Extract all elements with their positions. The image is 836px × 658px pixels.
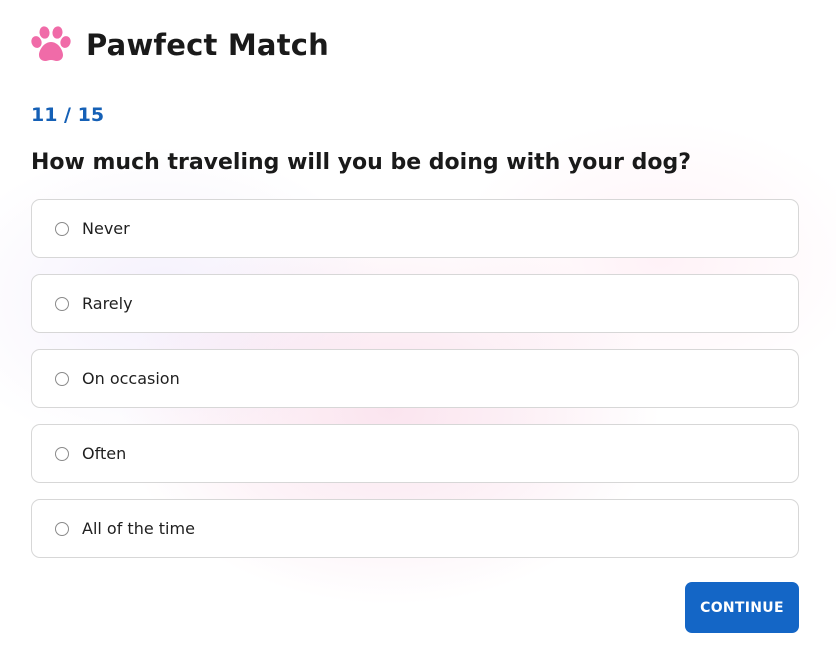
app-header: Pawfect Match bbox=[30, 24, 329, 66]
continue-button[interactable]: CONTINUE bbox=[685, 582, 799, 633]
option-on-occasion[interactable]: On occasion bbox=[31, 349, 799, 408]
option-label: Never bbox=[82, 219, 130, 238]
option-label: On occasion bbox=[82, 369, 180, 388]
option-often[interactable]: Often bbox=[31, 424, 799, 483]
option-label: All of the time bbox=[82, 519, 195, 538]
option-never[interactable]: Never bbox=[31, 199, 799, 258]
option-rarely[interactable]: Rarely bbox=[31, 274, 799, 333]
radio-button[interactable] bbox=[55, 221, 69, 236]
answer-options: Never Rarely On occasion Often All of th… bbox=[31, 199, 799, 574]
option-all-of-the-time[interactable]: All of the time bbox=[31, 499, 799, 558]
progress-counter: 11 / 15 bbox=[31, 104, 105, 126]
app-title: Pawfect Match bbox=[86, 28, 329, 62]
radio-button[interactable] bbox=[55, 371, 69, 386]
question-text: How much traveling will you be doing wit… bbox=[31, 150, 691, 175]
radio-button[interactable] bbox=[55, 446, 69, 461]
option-label: Often bbox=[82, 444, 127, 463]
radio-button[interactable] bbox=[55, 296, 69, 311]
radio-button[interactable] bbox=[55, 521, 69, 536]
paw-icon bbox=[30, 26, 72, 64]
option-label: Rarely bbox=[82, 294, 133, 313]
